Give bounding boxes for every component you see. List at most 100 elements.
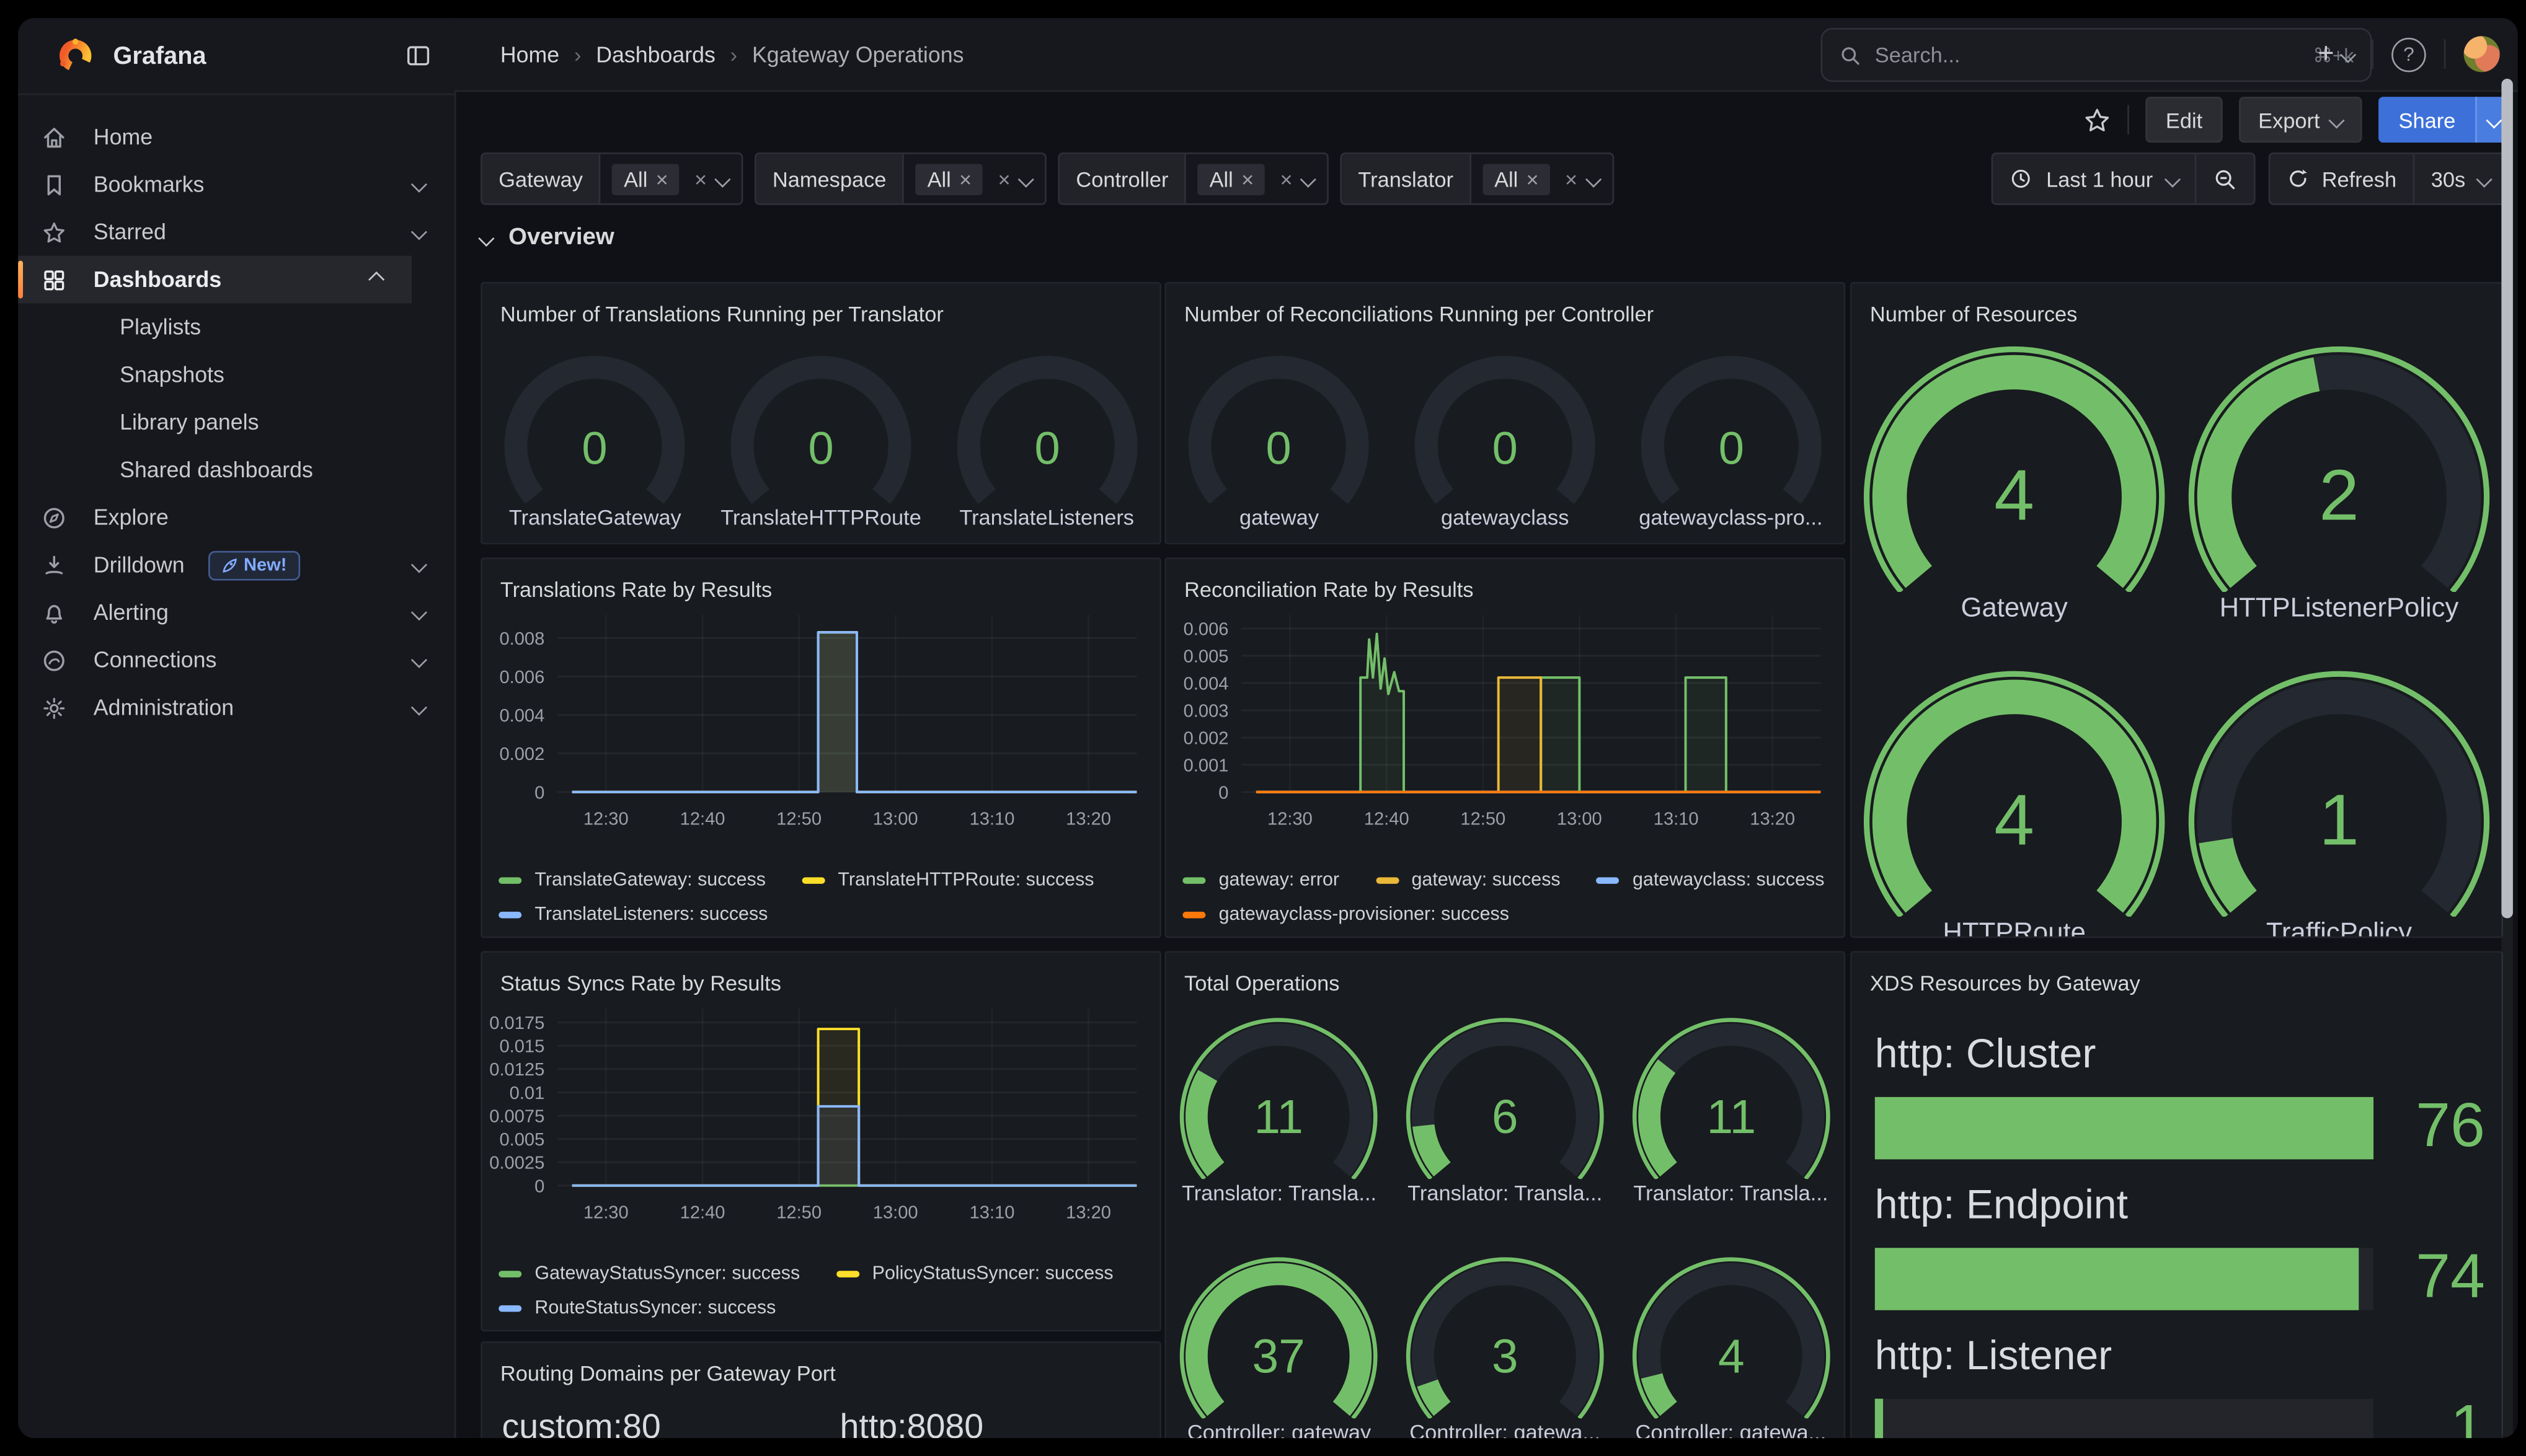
- sidebar-item-snapshots[interactable]: Snapshots: [18, 351, 454, 399]
- sidebar-item-playlists[interactable]: Playlists: [18, 303, 454, 351]
- sidebar-item-library-panels[interactable]: Library panels: [18, 399, 454, 446]
- panel-total-operations[interactable]: Total Operations 11 Translator: Transla.…: [1164, 951, 1845, 1438]
- sidebar-item-dashboards[interactable]: Dashboards: [18, 256, 412, 304]
- panel-reconciliation-rate[interactable]: Reconciliation Rate by Results 00.0010.0…: [1164, 557, 1845, 938]
- svg-text:0: 0: [1492, 423, 1518, 474]
- add-new-button[interactable]: +: [2318, 38, 2354, 71]
- search-input[interactable]: Search... ⌘+k: [1821, 28, 2372, 82]
- panel-xds-resources[interactable]: XDS Resources by Gateway http: Cluster 7…: [1850, 951, 2503, 1438]
- sidebar-item-label: Bookmarks: [94, 172, 205, 197]
- timeseries-chart: 00.00250.0050.00750.010.01250.0150.01751…: [482, 992, 1160, 1330]
- panel-title[interactable]: XDS Resources by Gateway: [1852, 953, 2502, 1002]
- panel-title[interactable]: Number of Reconciliations Running per Co…: [1166, 284, 1844, 333]
- gauge: 6 Translator: Transla...: [1392, 1015, 1618, 1206]
- clear-filter-icon[interactable]: ×: [998, 167, 1010, 192]
- panel-title[interactable]: Routing Domains per Gateway Port: [482, 1343, 1160, 1392]
- clear-filter-icon[interactable]: ×: [694, 167, 707, 192]
- sidebar-item-connections[interactable]: Connections: [18, 636, 454, 684]
- legend-label: RouteStatusSyncer: success: [534, 1298, 776, 1318]
- export-button[interactable]: Export: [2238, 97, 2362, 143]
- chart-legend: GatewayStatusSyncer: success PolicyStatu…: [482, 1246, 1160, 1325]
- breadcrumb-dashboards[interactable]: Dashboards: [596, 42, 716, 66]
- chevron-down-icon: [411, 557, 427, 573]
- legend-item[interactable]: gateway: error: [1182, 870, 1339, 889]
- chevron-down-icon: [411, 699, 427, 715]
- chevron-down-icon: [2476, 170, 2493, 187]
- remove-value-icon[interactable]: ×: [656, 167, 668, 192]
- svg-text:6: 6: [1492, 1091, 1518, 1144]
- filter-gateway: Gateway All× ×: [481, 152, 743, 205]
- sidebar-item-alerting[interactable]: Alerting: [18, 589, 454, 637]
- panel-reconciliations-running[interactable]: Number of Reconciliations Running per Co…: [1164, 282, 1845, 544]
- filter-value-tag[interactable]: All×: [613, 163, 680, 194]
- legend-item[interactable]: TranslateGateway: success: [499, 870, 766, 889]
- legend-item[interactable]: TranslateListeners: success: [499, 904, 768, 924]
- dock-sidebar-icon[interactable]: [405, 43, 431, 69]
- star-dashboard-button[interactable]: [2084, 106, 2112, 134]
- legend-label: GatewayStatusSyncer: success: [534, 1263, 800, 1283]
- filter-value-tag[interactable]: All×: [1483, 163, 1551, 194]
- breadcrumb-home[interactable]: Home: [500, 42, 559, 66]
- refresh-button[interactable]: Refresh: [2269, 154, 2413, 203]
- legend-swatch: [1182, 911, 1205, 918]
- breadcrumb-separator: ›: [730, 42, 737, 66]
- sidebar-item-starred[interactable]: Starred: [18, 208, 454, 256]
- bar-gauge-label: http: Listener: [1875, 1333, 2485, 1381]
- legend-label: TranslateHTTPRoute: success: [838, 870, 1094, 889]
- clear-filter-icon[interactable]: ×: [1280, 167, 1292, 192]
- user-avatar[interactable]: [2464, 36, 2500, 72]
- refresh-interval-picker[interactable]: 30s: [2413, 154, 2507, 203]
- sidebar-item-label: Drilldown: [94, 553, 185, 578]
- svg-text:0: 0: [534, 783, 544, 803]
- svg-text:13:00: 13:00: [873, 1203, 918, 1223]
- remove-value-icon[interactable]: ×: [959, 167, 972, 192]
- help-button[interactable]: ?: [2391, 37, 2426, 72]
- panel-title[interactable]: Number of Translations Running per Trans…: [482, 284, 1160, 333]
- legend-item[interactable]: gatewayclass-provisioner: success: [1182, 904, 1509, 924]
- sidebar-item-label: Dashboards: [94, 267, 221, 292]
- sidebar-item-shared-dashboards[interactable]: Shared dashboards: [18, 446, 454, 494]
- panel-translations-rate[interactable]: Translations Rate by Results 00.0020.004…: [481, 557, 1161, 938]
- remove-value-icon[interactable]: ×: [1241, 167, 1254, 192]
- panel-routing-domains[interactable]: Routing Domains per Gateway Port custom:…: [481, 1341, 1161, 1438]
- sidebar-item-label: Library panels: [120, 410, 259, 435]
- chevron-down-icon: [411, 177, 427, 193]
- time-range-picker[interactable]: Last 1 hour: [1993, 154, 2194, 203]
- section-overview-toggle[interactable]: Overview: [481, 224, 614, 250]
- share-button[interactable]: Share: [2379, 97, 2512, 143]
- panel-number-of-resources[interactable]: Number of Resources 4 Gateway 2 HTTPList…: [1850, 282, 2503, 938]
- clear-filter-icon[interactable]: ×: [1565, 167, 1577, 192]
- chevron-down-icon[interactable]: [1300, 170, 1316, 187]
- scrollbar-thumb[interactable]: [2501, 79, 2513, 918]
- sidebar-item-home[interactable]: Home: [18, 113, 454, 161]
- sidebar-item-bookmarks[interactable]: Bookmarks: [18, 161, 454, 208]
- legend-item[interactable]: PolicyStatusSyncer: success: [836, 1263, 1113, 1283]
- legend-item[interactable]: gateway: success: [1375, 870, 1560, 889]
- legend-item[interactable]: GatewayStatusSyncer: success: [499, 1263, 800, 1283]
- legend-swatch: [802, 876, 825, 883]
- sidebar-item-administration[interactable]: Administration: [18, 684, 454, 731]
- chevron-down-icon[interactable]: [1018, 170, 1034, 187]
- panel-translations-running[interactable]: Number of Translations Running per Trans…: [481, 282, 1161, 544]
- panel-title[interactable]: Number of Resources: [1852, 284, 2502, 333]
- panel-status-syncs-rate[interactable]: Status Syncs Rate by Results 00.00250.00…: [481, 951, 1161, 1331]
- sidebar-item-label: Snapshots: [120, 363, 224, 387]
- filter-value-tag[interactable]: All×: [916, 163, 983, 194]
- filter-value-tag[interactable]: All×: [1198, 163, 1265, 194]
- svg-text:0.0125: 0.0125: [489, 1060, 544, 1080]
- chevron-down-icon[interactable]: [1585, 170, 1601, 187]
- chevron-down-icon[interactable]: [714, 170, 730, 187]
- gauge-label: Translator: Transla...: [1633, 1181, 1828, 1206]
- zoom-out-button[interactable]: [2194, 154, 2253, 203]
- legend-item[interactable]: RouteStatusSyncer: success: [499, 1298, 776, 1318]
- edit-button[interactable]: Edit: [2146, 97, 2222, 143]
- sidebar-item-explore[interactable]: Explore: [18, 493, 454, 541]
- legend-item[interactable]: gatewayclass: success: [1597, 870, 1825, 889]
- remove-value-icon[interactable]: ×: [1527, 167, 1539, 192]
- sidebar-item-drilldown[interactable]: Drilldown New!: [18, 541, 454, 589]
- panel-title[interactable]: Total Operations: [1166, 953, 1844, 1002]
- legend-item[interactable]: TranslateHTTPRoute: success: [802, 870, 1094, 889]
- svg-text:0.008: 0.008: [499, 629, 544, 649]
- chevron-down-icon: [411, 604, 427, 620]
- gauge-arc: 0: [1398, 353, 1613, 503]
